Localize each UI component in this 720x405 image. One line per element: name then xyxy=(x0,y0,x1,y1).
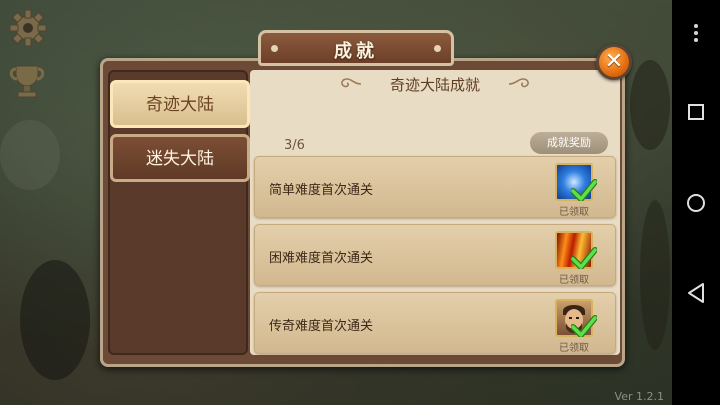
background-shape xyxy=(640,200,670,350)
region-sidebar: 奇迹大陆 迷失大陆 xyxy=(108,70,250,355)
background-shape xyxy=(0,120,60,190)
window-title: 成就 xyxy=(334,41,378,62)
background-shape xyxy=(20,260,90,380)
more-options-icon[interactable] xyxy=(694,24,698,42)
achievement-row: 传奇难度首次通关 已领取 xyxy=(254,292,616,354)
background-shape xyxy=(630,60,670,150)
tab-lost-continent[interactable]: 迷失大陆 xyxy=(110,134,250,182)
close-button[interactable]: ✕ xyxy=(596,44,632,80)
recent-apps-icon[interactable] xyxy=(688,104,704,120)
title-banner: 成就 xyxy=(258,30,454,66)
home-icon[interactable] xyxy=(687,194,705,212)
achievement-content: 奇迹大陆成就 3/6 成就奖励 简单难度首次通关 已领取 困难难度首次通关 已领… xyxy=(250,70,620,355)
claimed-status: 已领取 xyxy=(559,275,589,286)
achievement-label: 困难难度首次通关 xyxy=(269,251,374,266)
back-icon[interactable] xyxy=(686,282,706,304)
achievement-label: 简单难度首次通关 xyxy=(269,183,374,198)
check-icon xyxy=(571,179,597,201)
check-icon xyxy=(571,247,597,269)
claimed-status: 已领取 xyxy=(559,343,589,354)
claimed-status: 已领取 xyxy=(559,207,589,218)
tab-wonder-continent[interactable]: 奇迹大陆 xyxy=(110,80,250,128)
achievement-row: 困难难度首次通关 已领取 xyxy=(254,224,616,286)
version-label: Ver 1.2.1 xyxy=(614,390,664,403)
settings-gear-icon[interactable] xyxy=(8,8,48,48)
achievement-row: 简单难度首次通关 已领取 xyxy=(254,156,616,218)
reward-header-badge: 成就奖励 xyxy=(530,132,608,154)
achievement-label: 传奇难度首次通关 xyxy=(269,319,374,334)
close-icon: ✕ xyxy=(604,49,624,74)
right-flourish-icon xyxy=(508,78,529,88)
achievement-progress: 3/6 xyxy=(284,138,305,153)
content-title: 奇迹大陆成就 xyxy=(389,76,480,94)
android-nav-bar xyxy=(672,0,720,405)
check-icon xyxy=(571,315,597,337)
trophy-icon[interactable] xyxy=(6,60,48,102)
